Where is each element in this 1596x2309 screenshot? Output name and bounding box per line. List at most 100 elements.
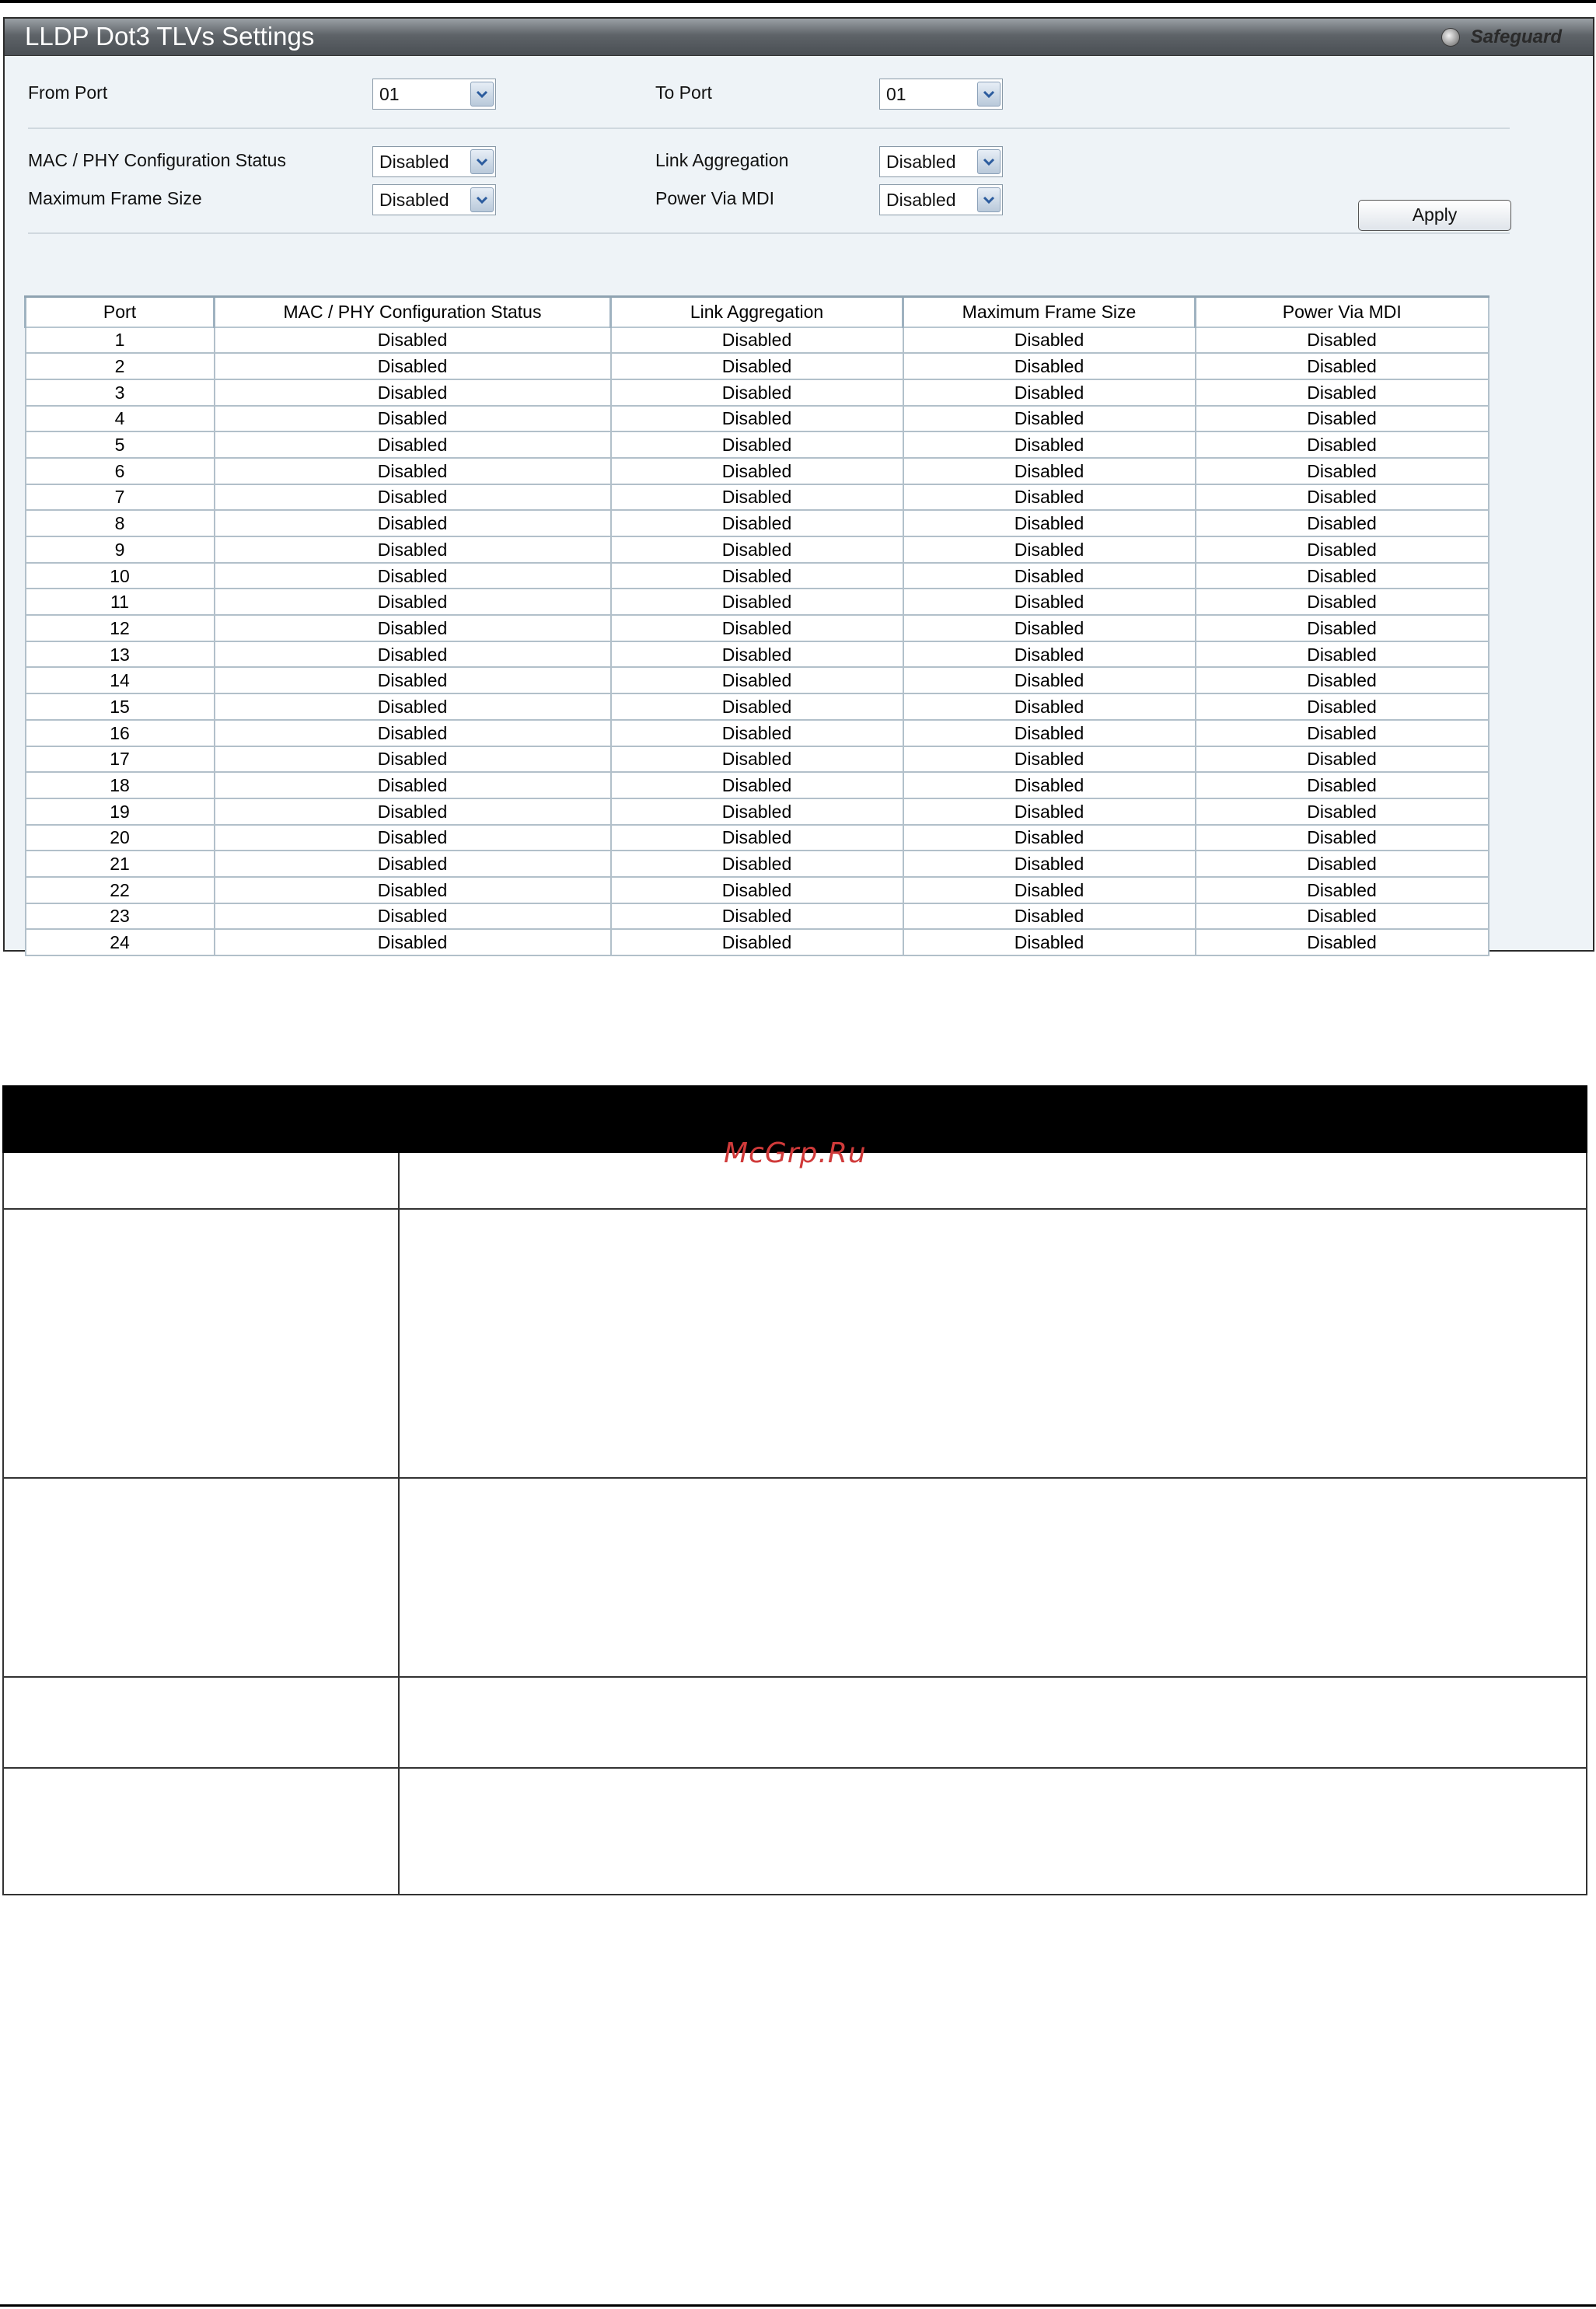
port-cell: 5 (24, 431, 215, 459)
max-frame-size-cell: Disabled (902, 588, 1196, 617)
safeguard-indicator[interactable]: Safeguard (1441, 26, 1562, 48)
power-via-mdi-cell: Disabled (1194, 614, 1489, 642)
description-cell (398, 1477, 1587, 1678)
mac-phy-cell: Disabled (213, 483, 612, 512)
table-row: 12 Disabled Disabled Disabled Disabled (24, 614, 1489, 642)
link-aggregation-cell: Disabled (609, 928, 904, 956)
link-aggregation-cell: Disabled (609, 745, 904, 774)
max-frame-size-cell: Disabled (902, 797, 1196, 826)
mac-phy-cell: Disabled (213, 536, 612, 564)
divider (28, 232, 1510, 234)
port-cell: 19 (24, 797, 215, 826)
safeguard-label: Safeguard (1470, 26, 1562, 47)
max-frame-size-select[interactable]: Disabled (372, 184, 496, 215)
lldp-dot3-table: Port MAC / PHY Configuration Status Link… (24, 295, 1489, 956)
port-cell: 10 (24, 561, 215, 590)
power-via-mdi-select[interactable]: Disabled (879, 184, 1003, 215)
power-via-mdi-cell: Disabled (1194, 561, 1489, 590)
link-aggregation-cell: Disabled (609, 588, 904, 617)
max-frame-size-cell: Disabled (902, 404, 1196, 433)
mac-phy-label: MAC / PHY Configuration Status (28, 150, 286, 170)
description-row (2, 1208, 1587, 1479)
table-row: 6 Disabled Disabled Disabled Disabled (24, 456, 1489, 485)
mac-phy-cell: Disabled (213, 718, 612, 747)
port-cell: 9 (24, 536, 215, 564)
table-row: 14 Disabled Disabled Disabled Disabled (24, 666, 1489, 695)
top-rule (0, 0, 1596, 3)
description-cell (398, 1208, 1587, 1479)
description-table (2, 1085, 1587, 1895)
link-aggregation-cell: Disabled (609, 614, 904, 642)
power-via-mdi-cell: Disabled (1194, 536, 1489, 564)
column-header-power-via-mdi: Power Via MDI (1194, 295, 1489, 328)
power-via-mdi-cell: Disabled (1194, 326, 1489, 355)
description-cell (398, 1767, 1587, 1895)
mac-phy-cell: Disabled (213, 431, 612, 459)
table-row: 24 Disabled Disabled Disabled Disabled (24, 928, 1489, 956)
table-row: 17 Disabled Disabled Disabled Disabled (24, 745, 1489, 774)
link-aggregation-cell: Disabled (609, 326, 904, 355)
power-via-mdi-cell: Disabled (1194, 875, 1489, 904)
link-aggregation-cell: Disabled (609, 431, 904, 459)
port-cell: 3 (24, 378, 215, 407)
port-cell: 21 (24, 850, 215, 878)
mac-phy-cell: Disabled (213, 771, 612, 799)
column-header-port: Port (24, 295, 215, 328)
link-aggregation-cell: Disabled (609, 536, 904, 564)
max-frame-size-cell: Disabled (902, 509, 1196, 537)
table-row: 11 Disabled Disabled Disabled Disabled (24, 588, 1489, 617)
chevron-down-icon (977, 187, 1001, 212)
table-row: 22 Disabled Disabled Disabled Disabled (24, 875, 1489, 904)
chevron-down-icon (470, 187, 494, 212)
description-cell (398, 1676, 1587, 1769)
chevron-down-icon (977, 149, 1001, 174)
page-title: LLDP Dot3 TLVs Settings (25, 22, 315, 51)
power-via-mdi-cell: Disabled (1194, 431, 1489, 459)
from-port-select[interactable]: 01 (372, 79, 496, 110)
mac-phy-cell: Disabled (213, 902, 612, 931)
max-frame-size-cell: Disabled (902, 456, 1196, 485)
port-cell: 6 (24, 456, 215, 485)
max-frame-size-cell: Disabled (902, 693, 1196, 721)
link-aggregation-label: Link Aggregation (655, 150, 789, 170)
link-aggregation-cell: Disabled (609, 666, 904, 695)
mac-phy-cell: Disabled (213, 378, 612, 407)
mac-phy-cell: Disabled (213, 509, 612, 537)
description-header-cell (398, 1085, 1587, 1153)
link-aggregation-cell: Disabled (609, 378, 904, 407)
link-aggregation-select[interactable]: Disabled (879, 146, 1003, 177)
divider (28, 128, 1510, 129)
power-via-mdi-cell: Disabled (1194, 666, 1489, 695)
power-via-mdi-cell: Disabled (1194, 378, 1489, 407)
power-via-mdi-cell: Disabled (1194, 902, 1489, 931)
port-cell: 23 (24, 902, 215, 931)
chevron-down-icon (470, 149, 494, 174)
mac-phy-cell: Disabled (213, 797, 612, 826)
port-cell: 8 (24, 509, 215, 537)
power-via-mdi-cell: Disabled (1194, 456, 1489, 485)
power-via-mdi-label: Power Via MDI (655, 188, 774, 208)
max-frame-size-cell: Disabled (902, 718, 1196, 747)
link-aggregation-cell: Disabled (609, 640, 904, 669)
table-row: 21 Disabled Disabled Disabled Disabled (24, 850, 1489, 878)
max-frame-size-cell: Disabled (902, 352, 1196, 380)
mac-phy-select[interactable]: Disabled (372, 146, 496, 177)
power-via-mdi-cell: Disabled (1194, 771, 1489, 799)
column-header-link-aggregation: Link Aggregation (609, 295, 904, 328)
to-port-select[interactable]: 01 (879, 79, 1003, 110)
max-frame-size-cell: Disabled (902, 823, 1196, 852)
mac-phy-cell: Disabled (213, 561, 612, 590)
mac-phy-cell: Disabled (213, 326, 612, 355)
max-frame-size-value: Disabled (379, 190, 449, 210)
max-frame-size-cell: Disabled (902, 640, 1196, 669)
table-row: 13 Disabled Disabled Disabled Disabled (24, 640, 1489, 669)
link-aggregation-cell: Disabled (609, 561, 904, 590)
mac-phy-cell: Disabled (213, 614, 612, 642)
column-header-max-frame-size: Maximum Frame Size (902, 295, 1196, 328)
power-via-mdi-cell: Disabled (1194, 718, 1489, 747)
to-port-label: To Port (655, 82, 712, 103)
table-row: 19 Disabled Disabled Disabled Disabled (24, 797, 1489, 826)
apply-button[interactable]: Apply (1358, 200, 1511, 231)
mac-phy-cell: Disabled (213, 850, 612, 878)
from-port-label: From Port (28, 82, 108, 103)
